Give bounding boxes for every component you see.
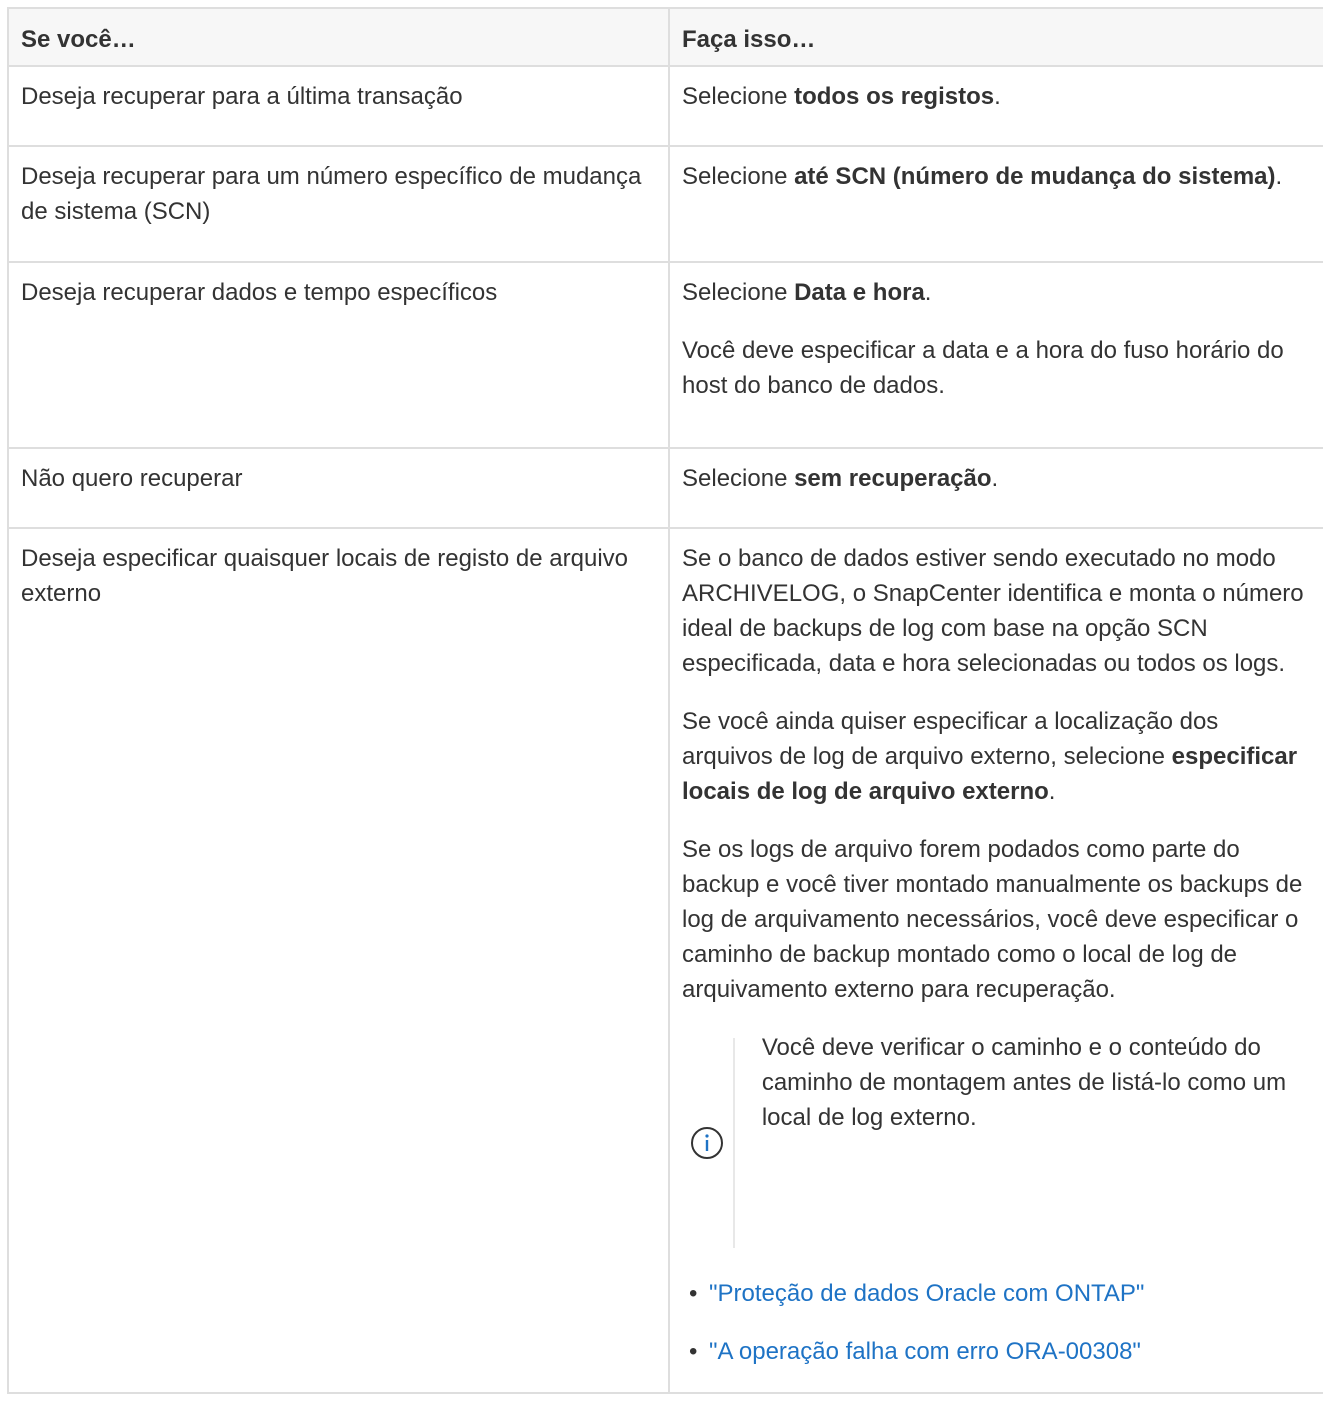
condition-cell: Deseja recuperar para um número específi… — [7, 145, 670, 263]
info-icon — [691, 1127, 724, 1159]
link-ora-00308-error[interactable]: "A operação falha com erro ORA-00308" — [709, 1338, 1141, 1365]
action-suffix: . — [1275, 163, 1283, 190]
option-label: até SCN (número de mudança do sistema) — [794, 163, 1276, 190]
list-item: "A operação falha com erro ORA-00308" — [689, 1334, 1315, 1369]
action-cell: Selecione sem recuperação. — [668, 447, 1323, 529]
callout-text: Você deve verificar o caminho e o conteú… — [761, 1034, 1287, 1131]
list-item: "Proteção de dados Oracle com ONTAP" — [689, 1276, 1315, 1311]
recovery-options-table: Se você… Faça isso… Deseja recuperar par… — [7, 7, 1323, 1394]
action-suffix: . — [994, 83, 1001, 110]
action-cell: Selecione até SCN (número de mudança do … — [668, 145, 1323, 263]
table-row: Deseja especificar quaisquer locais de r… — [7, 527, 1323, 1394]
paragraph-text: Se você ainda quiser especificar a local… — [682, 708, 1219, 770]
info-callout: Você deve verificar o caminho e o conteú… — [682, 1030, 1315, 1254]
pruned-logs-paragraph: Se os logs de arquivo forem podados como… — [682, 836, 1303, 1003]
action-prefix: Selecione — [682, 83, 795, 110]
action-prefix: Selecione — [682, 163, 795, 190]
header-do-this: Faça isso… — [668, 7, 1323, 67]
action-prefix: Selecione — [682, 465, 795, 492]
table-row: Deseja recuperar para a última transação… — [7, 65, 1323, 147]
callout-icon-cell — [682, 1038, 735, 1248]
action-prefix: Selecione — [682, 279, 795, 306]
option-label: sem recuperação — [794, 465, 992, 492]
link-oracle-data-protection[interactable]: "Proteção de dados Oracle com ONTAP" — [709, 1280, 1144, 1307]
table-row: Não quero recuperar Selecione sem recupe… — [7, 447, 1323, 529]
action-suffix: . — [924, 279, 932, 306]
action-suffix: . — [991, 465, 999, 492]
external-location-paragraph: Se você ainda quiser especificar a local… — [682, 704, 1315, 809]
table-header-row: Se você… Faça isso… — [7, 7, 1323, 67]
option-label: todos os registos — [794, 83, 995, 110]
action-cell: Selecione Data e hora. Você deve especif… — [668, 261, 1323, 449]
condition-cell: Deseja recuperar dados e tempo específic… — [7, 261, 670, 449]
action-cell: Selecione todos os registos. — [668, 65, 1323, 147]
archivelog-paragraph: Se o banco de dados estiver sendo execut… — [682, 545, 1304, 677]
action-suffix: . — [1048, 778, 1056, 805]
related-links-list: "Proteção de dados Oracle com ONTAP" "A … — [682, 1276, 1315, 1369]
condition-cell: Não quero recuperar — [7, 447, 670, 529]
table-row: Deseja recuperar para um número específi… — [7, 145, 1323, 263]
option-label: Data e hora — [794, 279, 925, 306]
action-cell: Se o banco de dados estiver sendo execut… — [668, 527, 1323, 1394]
action-paragraph: Selecione Data e hora. — [682, 275, 1315, 310]
table-row: Deseja recuperar dados e tempo específic… — [7, 261, 1323, 449]
header-if-you: Se você… — [7, 7, 670, 67]
condition-cell: Deseja recuperar para a última transação — [7, 65, 670, 147]
timezone-note: Você deve especificar a data e a hora do… — [682, 337, 1284, 399]
condition-cell: Deseja especificar quaisquer locais de r… — [7, 527, 670, 1394]
